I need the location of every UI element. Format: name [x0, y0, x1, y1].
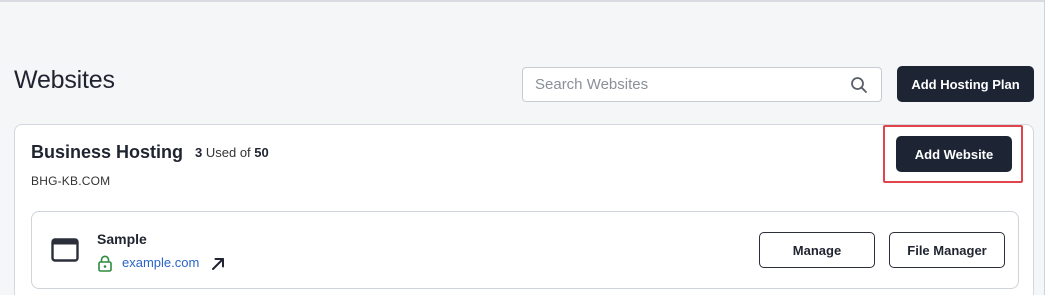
- plan-domain: BHG-KB.COM: [31, 174, 111, 188]
- website-name: Sample: [97, 231, 147, 247]
- plan-usage: 3 Used of 50: [195, 145, 269, 160]
- website-url-link[interactable]: example.com: [122, 255, 199, 270]
- search-icon[interactable]: [849, 75, 869, 95]
- browser-window-icon: [51, 238, 79, 262]
- hosting-plan-card: Business Hosting 3 Used of 50 BHG-KB.COM…: [14, 124, 1034, 295]
- plan-name: Business Hosting: [31, 142, 184, 162]
- usage-total-count: 50: [254, 145, 269, 160]
- page-title: Websites: [14, 66, 115, 94]
- website-row: Sample example.com Manage File Manager: [31, 211, 1019, 289]
- manage-button[interactable]: Manage: [759, 232, 875, 268]
- search-input[interactable]: [535, 76, 849, 93]
- top-divider: [0, 0, 1045, 2]
- usage-text: Used of: [205, 145, 251, 160]
- websites-page: Websites Add Hosting Plan Business Hosti…: [0, 0, 1045, 295]
- add-website-button[interactable]: Add Website: [896, 136, 1012, 172]
- external-link-icon[interactable]: [210, 256, 226, 272]
- lock-icon: [98, 255, 112, 272]
- usage-used-count: 3: [195, 145, 203, 160]
- add-hosting-plan-button[interactable]: Add Hosting Plan: [897, 66, 1034, 102]
- search-box[interactable]: [522, 67, 882, 102]
- file-manager-button[interactable]: File Manager: [889, 232, 1005, 268]
